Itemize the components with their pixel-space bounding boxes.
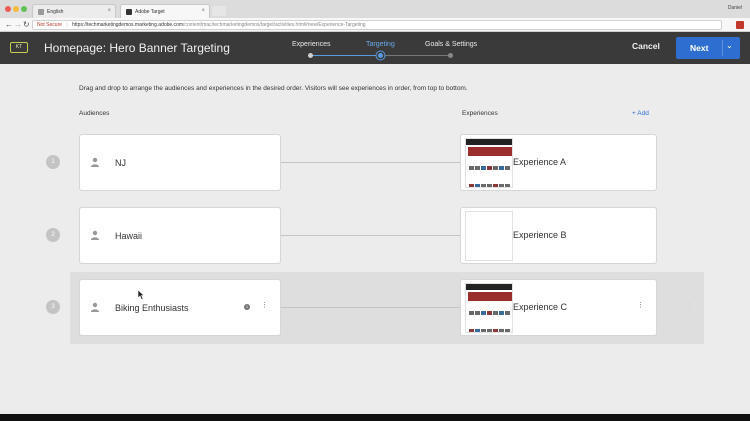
row-connector-line [281,235,460,236]
audience-name: NJ [115,158,126,168]
more-vertical-icon[interactable]: ⋮ [261,302,268,310]
chevron-down-icon[interactable]: ⌄ [726,41,733,50]
row-number: 3 [46,300,60,314]
instructions-text: Drag and drop to arrange the audiences a… [79,85,468,92]
step-dot-targeting [378,53,383,58]
browser-tab-label: Adobe Target [135,9,165,15]
step-goals-settings[interactable]: Goals & Settings [425,41,477,48]
new-tab-button[interactable] [212,6,226,16]
experience-card-c[interactable]: Experience C ⋮ [460,279,657,336]
next-button-divider [722,40,723,56]
add-experience-link[interactable]: + Add [632,110,649,117]
step-experiences[interactable]: Experiences [292,41,331,48]
row-number: 2 [46,228,60,242]
browser-tab-strip: English × Adobe Target × Daniel [0,0,750,18]
forward-icon[interactable]: → [14,20,22,30]
person-icon [91,302,99,312]
address-bar[interactable]: Not Secure | https://techmarketingdemos.… [32,20,722,30]
experience-name: Experience C [513,302,568,312]
url-host: https://techmarketingdemos.marketing.ado… [72,22,183,28]
audience-card-hawaii[interactable]: Hawaii [79,207,281,264]
browser-tab-label: English [47,9,64,15]
row-number: 1 [46,155,60,169]
drag-handle-icon[interactable]: ⋮ [686,302,693,310]
step-dot-goals-settings [448,53,453,58]
bottom-border [0,414,750,421]
activity-header: KT Homepage: Hero Banner Targeting Exper… [0,32,750,64]
experience-thumbnail-blank [465,211,513,261]
row-connector-line [281,162,460,163]
experience-thumbnail [465,283,513,333]
step-dot-experiences [308,53,313,58]
security-indicator[interactable]: Not Secure [37,22,62,28]
more-vertical-icon[interactable]: ⋮ [637,302,644,310]
audiences-header: Audiences [79,110,110,117]
close-tab-icon[interactable]: × [201,8,205,14]
mouse-cursor-icon [138,290,145,300]
page-title: Homepage: Hero Banner Targeting [44,41,230,55]
minimize-window-icon[interactable] [13,6,19,12]
step-targeting[interactable]: Targeting [366,41,395,48]
experience-thumbnail [465,138,513,188]
adobe-favicon-icon [126,9,132,15]
browser-user-name: Daniel [727,5,742,11]
url-path: /content/mac/techmarketingdemos/target/a… [183,22,366,28]
browser-toolbar: ← → ↻ Not Secure | https://techmarketing… [0,18,750,32]
browser-tab-adobe-target[interactable]: Adobe Target × [120,4,210,18]
person-icon [91,157,99,167]
audience-card-nj[interactable]: NJ [79,134,281,191]
next-button[interactable]: Next ⌄ [676,37,740,59]
address-separator: | [66,22,68,28]
experiences-header: Experiences [462,110,498,117]
experience-name: Experience B [513,230,567,240]
audience-name: Hawaii [115,231,143,241]
next-button-label: Next [690,43,709,53]
close-window-icon[interactable] [5,6,11,12]
experience-name: Experience A [513,157,567,167]
row-connector-line [281,307,460,308]
maximize-window-icon[interactable] [21,6,27,12]
experience-card-a[interactable]: Experience A [460,134,657,191]
extension-icon[interactable] [736,21,744,29]
cancel-button[interactable]: Cancel [632,41,660,51]
page-favicon-icon [38,9,44,15]
experience-card-b[interactable]: Experience B [460,207,657,264]
activity-type-badge: KT [10,42,28,53]
reload-icon[interactable]: ↻ [23,20,30,30]
audience-card-biking-enthusiasts[interactable]: Biking Enthusiasts i ⋮ [79,279,281,336]
audience-name: Biking Enthusiasts [115,303,189,313]
info-icon[interactable]: i [244,304,250,310]
app-window: English × Adobe Target × Daniel ← → ↻ No… [0,0,750,421]
person-icon [91,230,99,240]
close-tab-icon[interactable]: × [107,8,111,14]
browser-tab-english[interactable]: English × [32,4,116,18]
back-icon[interactable]: ← [5,20,13,30]
step-progress-fill [310,55,382,56]
